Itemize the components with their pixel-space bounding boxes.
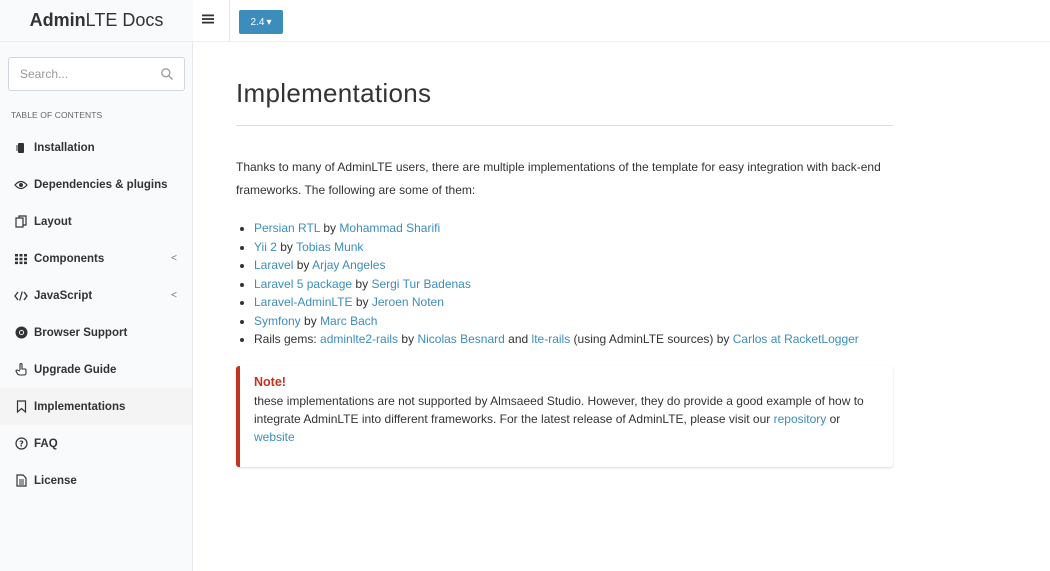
hamburger-menu-icon[interactable] (202, 13, 214, 25)
implementation-link[interactable]: Laravel (254, 258, 293, 272)
version-label: 2.4 (250, 16, 265, 28)
sidebar-item-javascript[interactable]: JavaScript < (0, 277, 192, 314)
author-link[interactable]: Sergi Tur Badenas (371, 277, 470, 291)
sidebar-item-label: Layout (34, 215, 72, 228)
intro-paragraph: Thanks to many of AdminLTE users, there … (236, 160, 881, 197)
implementation-link[interactable]: Laravel 5 package (254, 277, 352, 291)
svg-text:?: ? (19, 439, 24, 448)
sidebar-item-installation[interactable]: Installation (0, 129, 192, 166)
toc-heading: TABLE OF CONTENTS (11, 110, 103, 120)
implementation-link[interactable]: adminlte2-rails (320, 332, 398, 346)
list-item: Yii 2 by Tobias Munk (254, 238, 893, 257)
sidebar-item-label: Dependencies & plugins (34, 178, 168, 191)
sidebar-item-label: FAQ (34, 437, 58, 450)
sidebar-item-license[interactable]: License (0, 462, 192, 499)
top-navbar: 2.4 ▾ (193, 0, 1050, 42)
sidebar-item-browser-support[interactable]: Browser Support (0, 314, 192, 351)
code-icon (14, 289, 28, 303)
sidebar-item-label: Installation (34, 141, 95, 154)
sidebar-item-upgrade-guide[interactable]: Upgrade Guide (0, 351, 192, 388)
author-link[interactable]: Arjay Angeles (312, 258, 385, 272)
sidebar-item-label: License (34, 474, 77, 487)
sidebar-item-dependencies[interactable]: Dependencies & plugins (0, 166, 192, 203)
chevron-left-icon: < (171, 253, 177, 264)
author-link[interactable]: Mohammad Sharifi (339, 221, 440, 235)
implementations-list: Persian RTL by Mohammad Sharifi Yii 2 by… (254, 219, 893, 349)
note-text: these implementations are not supported … (254, 394, 864, 444)
implementation-link[interactable]: Persian RTL (254, 221, 320, 235)
note-title: Note! (254, 375, 286, 389)
page-title: Implementations (236, 78, 432, 108)
grid-icon (14, 252, 28, 266)
hand-up-icon (14, 363, 28, 377)
search-box (8, 57, 185, 91)
sidebar-item-layout[interactable]: Layout (0, 203, 192, 240)
sidebar-item-implementations[interactable]: Implementations (0, 388, 192, 425)
sidebar-item-faq[interactable]: ? FAQ (0, 425, 192, 462)
question-circle-icon: ? (14, 437, 28, 451)
sidebar-item-label: Browser Support (34, 326, 128, 339)
list-item: Laravel by Arjay Angeles (254, 256, 893, 275)
caret-down-icon: ▾ (266, 16, 272, 28)
chrome-icon (14, 326, 28, 340)
list-item: Persian RTL by Mohammad Sharifi (254, 219, 893, 238)
logo-rest: LTE Docs (85, 10, 164, 30)
author-link[interactable]: Nicolas Besnard (417, 332, 504, 346)
sidebar-item-label: JavaScript (34, 289, 93, 302)
list-item: Rails gems: adminlte2-rails by Nicolas B… (254, 330, 893, 349)
implementation-link[interactable]: lte-rails (532, 332, 571, 346)
logo[interactable]: Admin LTE Docs (0, 0, 193, 42)
author-link[interactable]: Tobias Munk (296, 240, 363, 254)
files-icon (14, 215, 28, 229)
chevron-left-icon: < (171, 290, 177, 301)
search-icon[interactable] (160, 67, 174, 81)
sidebar: AdminLTE Docs TABLE OF CONTENTS Installa… (0, 0, 193, 571)
list-item: Laravel 5 package by Sergi Tur Badenas (254, 275, 893, 294)
list-item: Symfony by Marc Bach (254, 312, 893, 331)
sidebar-item-label: Components (34, 252, 105, 265)
author-link[interactable]: Marc Bach (320, 314, 377, 328)
main-content: Implementations Thanks to many of AdminL… (236, 78, 893, 349)
eye-icon (14, 178, 28, 192)
bookmark-icon (14, 400, 28, 414)
website-link[interactable]: website (254, 430, 295, 444)
repository-link[interactable]: repository (774, 412, 827, 426)
sidebar-menu: Installation Dependencies & plugins Layo… (0, 129, 192, 499)
note-callout: Note! these implementations are not supp… (236, 366, 893, 467)
sidebar-item-components[interactable]: Components < (0, 240, 192, 277)
logo-bold: Admin (29, 10, 86, 30)
author-link[interactable]: Jeroen Noten (372, 295, 444, 309)
title-divider (236, 125, 893, 126)
list-item: Laravel-AdminLTE by Jeroen Noten (254, 293, 893, 312)
hdd-icon (14, 141, 28, 155)
search-input[interactable] (20, 67, 160, 81)
implementation-link[interactable]: Laravel-AdminLTE (254, 295, 352, 309)
topbar-divider (229, 0, 230, 42)
version-dropdown[interactable]: 2.4 ▾ (239, 10, 283, 34)
implementation-link[interactable]: Yii 2 (254, 240, 277, 254)
implementation-link[interactable]: Symfony (254, 314, 301, 328)
sidebar-item-label: Implementations (34, 400, 126, 413)
sidebar-item-label: Upgrade Guide (34, 363, 117, 376)
author-link[interactable]: Carlos at RacketLogger (733, 332, 859, 346)
document-icon (14, 474, 28, 488)
